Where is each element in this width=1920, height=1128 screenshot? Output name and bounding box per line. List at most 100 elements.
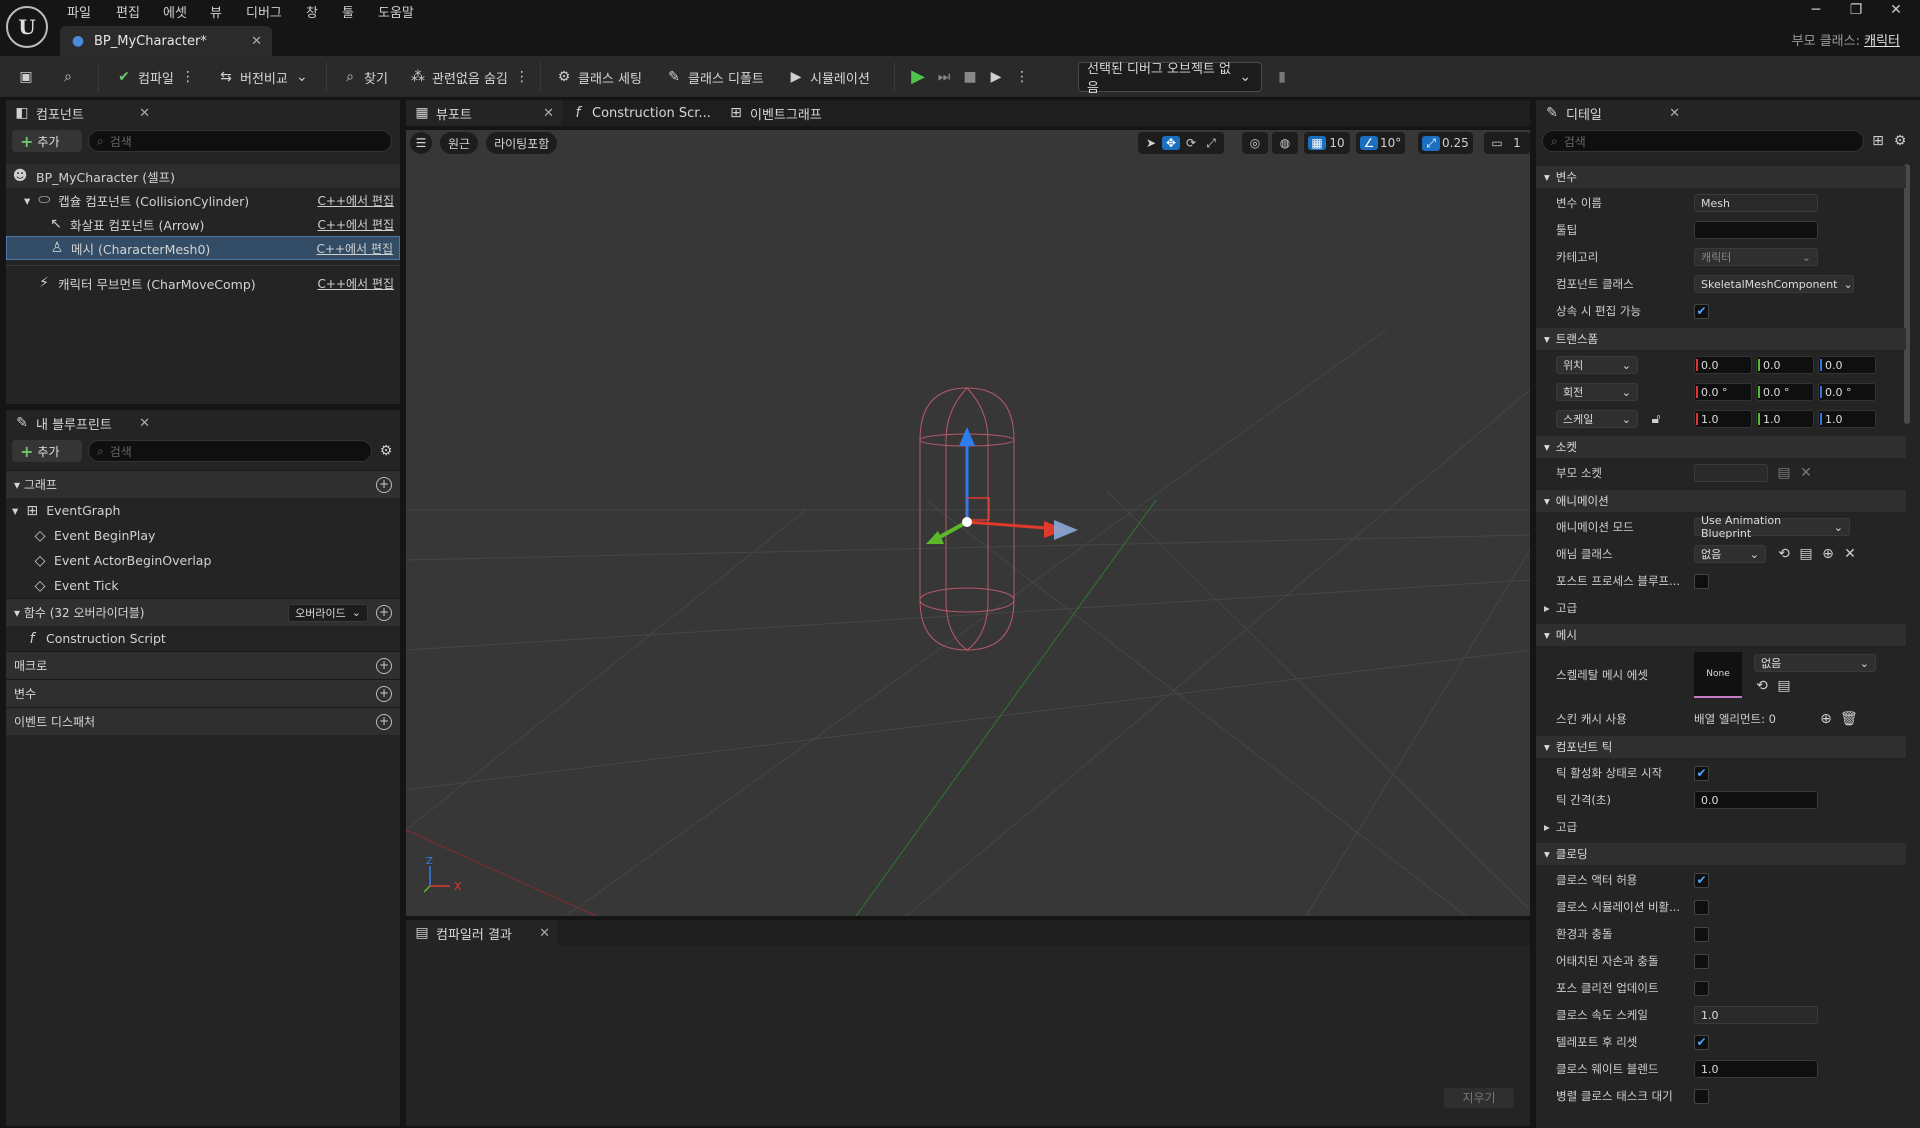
cloth-actor-checkbox[interactable]: ✔ — [1694, 872, 1709, 888]
transform-section[interactable]: ▾ 트랜스폼 — [1536, 328, 1906, 350]
scale-dropdown[interactable]: 스케일 ⌄ — [1556, 410, 1638, 428]
debug-filter-button[interactable]: ▮ — [1268, 62, 1296, 92]
browse-folder-icon[interactable]: ▤ — [1776, 465, 1792, 481]
class-defaults-button[interactable]: ✎ 클래스 디폴트 — [660, 62, 770, 92]
override-dropdown[interactable]: 오버라이드 ⌄ — [288, 603, 368, 622]
transform-gizmo[interactable] — [926, 427, 1078, 544]
location-y-field[interactable]: 0.0 — [1756, 356, 1814, 374]
add-icon[interactable]: ⊕ — [1820, 546, 1836, 562]
add-function-icon[interactable]: + — [376, 604, 392, 621]
details-tab[interactable]: ✎ 디테일 ✕ — [1536, 100, 1688, 126]
rotation-dropdown[interactable]: 회전 ⌄ — [1556, 383, 1638, 401]
menu-window[interactable]: 창 — [306, 2, 318, 22]
my-blueprint-tab[interactable]: ✎ 내 블루프린트 ✕ — [6, 410, 158, 436]
rotate-tool-icon[interactable]: ⟳ — [1182, 136, 1200, 150]
minimize-button[interactable]: ─ — [1796, 2, 1836, 22]
tick-start-checkbox[interactable]: ✔ — [1694, 765, 1709, 781]
close-icon[interactable]: ✕ — [543, 106, 554, 121]
mesh-section[interactable]: ▾ 메시 — [1536, 624, 1906, 646]
edit-in-cpp-link[interactable]: C++에서 편집 — [318, 216, 394, 233]
camera-speed[interactable]: ▭ 1 — [1484, 132, 1530, 154]
menu-view[interactable]: 뷰 — [210, 2, 222, 22]
rotation-y-field[interactable]: 0.0 ° — [1756, 383, 1814, 401]
post-process-checkbox[interactable] — [1694, 573, 1709, 589]
scale-x-field[interactable]: 1.0 — [1694, 410, 1752, 428]
cloth-blend-field[interactable]: 1.0 — [1694, 1060, 1818, 1078]
more-options-icon[interactable]: ⋮ — [180, 69, 196, 85]
clear-button[interactable]: 지우기 — [1444, 1088, 1514, 1108]
lock-icon[interactable]: 🔓︎ — [1648, 411, 1664, 427]
compiler-results-tab[interactable]: ▤ 컴파일러 결과 ✕ — [406, 920, 558, 946]
tree-item-mesh[interactable]: ♙ 메시 (CharacterMesh0) C++에서 편집 — [6, 236, 400, 260]
menu-edit[interactable]: 편집 — [116, 2, 140, 22]
eject-icon[interactable]: ▶ — [988, 69, 1004, 85]
menu-file[interactable]: 파일 — [67, 2, 91, 22]
macros-section[interactable]: 매크로 + — [6, 651, 400, 679]
add-graph-icon[interactable]: + — [376, 476, 392, 493]
tab-construction-script[interactable]: f Construction Scr... — [562, 100, 720, 126]
cloth-sim-disable-checkbox[interactable] — [1694, 899, 1709, 915]
details-search-input[interactable]: ⌕ 검색 — [1542, 130, 1864, 152]
viewport[interactable]: X Z — [406, 130, 1530, 916]
menu-debug[interactable]: 디버그 — [246, 2, 282, 22]
close-icon[interactable]: ✕ — [539, 926, 550, 941]
components-search-input[interactable]: ⌕ 검색 — [88, 130, 392, 152]
functions-section[interactable]: ▾ 함수 (32 오버라이더블) 오버라이드 ⌄ + — [6, 598, 400, 626]
event-item[interactable]: ◇ Event ActorBeginOverlap — [6, 548, 400, 573]
play-icon[interactable]: ▶ — [910, 68, 926, 86]
add-dispatcher-icon[interactable]: + — [376, 713, 392, 730]
more-options-icon[interactable]: ⋮ — [514, 69, 530, 85]
world-local-toggle[interactable]: ◎ — [1242, 132, 1268, 154]
animation-section[interactable]: ▾ 애니메이션 — [1536, 490, 1906, 512]
location-x-field[interactable]: 0.0 — [1694, 356, 1752, 374]
simulation-button[interactable]: ▶ 시뮬레이션 — [782, 62, 876, 92]
lit-mode-button[interactable]: 라이팅포함 — [486, 132, 558, 154]
clothing-section[interactable]: ▾ 클로딩 — [1536, 843, 1906, 865]
mesh-thumbnail[interactable]: None — [1694, 652, 1742, 698]
compile-button[interactable]: ✔ 컴파일 ⋮ — [110, 62, 202, 92]
advanced-toggle[interactable]: 고급 — [1556, 819, 1577, 835]
find-button[interactable]: ⌕ 찾기 — [336, 62, 394, 92]
variable-name-field[interactable]: Mesh — [1694, 194, 1818, 212]
event-item[interactable]: ◇ Event Tick — [6, 573, 400, 598]
variables-section[interactable]: 변수 + — [6, 679, 400, 707]
rotation-z-field[interactable]: 0.0 ° — [1818, 383, 1876, 401]
class-settings-button[interactable]: ⚙ 클래스 세팅 — [550, 62, 648, 92]
save-button[interactable]: ▣ — [12, 62, 40, 92]
advanced-toggle[interactable]: 고급 — [1556, 600, 1577, 616]
tab-viewport[interactable]: ▦ 뷰포트 ✕ — [406, 100, 562, 126]
cloth-speed-field[interactable]: 1.0 — [1694, 1006, 1818, 1024]
close-icon[interactable]: ✕ — [139, 106, 150, 121]
edit-in-cpp-link[interactable]: C++에서 편집 — [318, 192, 394, 209]
scale-tool-icon[interactable]: ⤢ — [1202, 136, 1220, 151]
viewport-menu-button[interactable]: ☰ — [410, 132, 432, 154]
rotation-snap[interactable]: ∠ 10° — [1356, 132, 1406, 154]
event-graph-item[interactable]: ▾ ⊞ EventGraph — [6, 498, 400, 523]
tooltip-field[interactable] — [1694, 221, 1818, 239]
add-element-icon[interactable]: ⊕ — [1818, 711, 1834, 727]
edit-in-cpp-link[interactable]: C++에서 편집 — [317, 240, 393, 257]
scale-z-field[interactable]: 1.0 — [1818, 410, 1876, 428]
clear-icon[interactable]: ✕ — [1842, 546, 1858, 562]
select-tool-icon[interactable]: ➤ — [1142, 136, 1160, 150]
tree-item-arrow[interactable]: ↖ 화살표 컴포넌트 (Arrow) C++에서 편집 — [6, 212, 400, 236]
play-options-icon[interactable]: ⋮ — [1014, 69, 1030, 85]
browse-button[interactable]: ⌕ — [54, 62, 82, 92]
construction-script-item[interactable]: f Construction Script — [6, 626, 400, 651]
gear-icon[interactable]: ⚙ — [1892, 133, 1908, 149]
blueprint-search-input[interactable]: ⌕ 검색 — [88, 440, 372, 462]
animation-mode-dropdown[interactable]: Use Animation Blueprint ⌄ — [1694, 514, 1850, 540]
tree-item-capsule[interactable]: ▾ ⬭ 캡슐 컴포넌트 (CollisionCylinder) C++에서 편집 — [6, 188, 400, 212]
collide-env-checkbox[interactable] — [1694, 926, 1709, 942]
menu-tools[interactable]: 툴 — [342, 2, 354, 22]
use-selected-icon[interactable]: ⟲ — [1754, 678, 1770, 694]
menu-help[interactable]: 도움말 — [378, 2, 414, 22]
tree-item-self[interactable]: ☻ BP_MyCharacter (셀프) — [6, 164, 400, 188]
collide-attached-checkbox[interactable] — [1694, 953, 1709, 969]
variable-section[interactable]: ▾ 변수 — [1536, 166, 1906, 188]
add-macro-icon[interactable]: + — [376, 657, 392, 674]
close-tab-icon[interactable]: ✕ — [251, 34, 262, 49]
hide-unrelated-button[interactable]: ⁂ 관련없음 숨김 ⋮ — [404, 62, 536, 92]
edit-in-cpp-link[interactable]: C++에서 편집 — [318, 275, 394, 292]
sockets-section[interactable]: ▾ 소켓 — [1536, 436, 1906, 458]
